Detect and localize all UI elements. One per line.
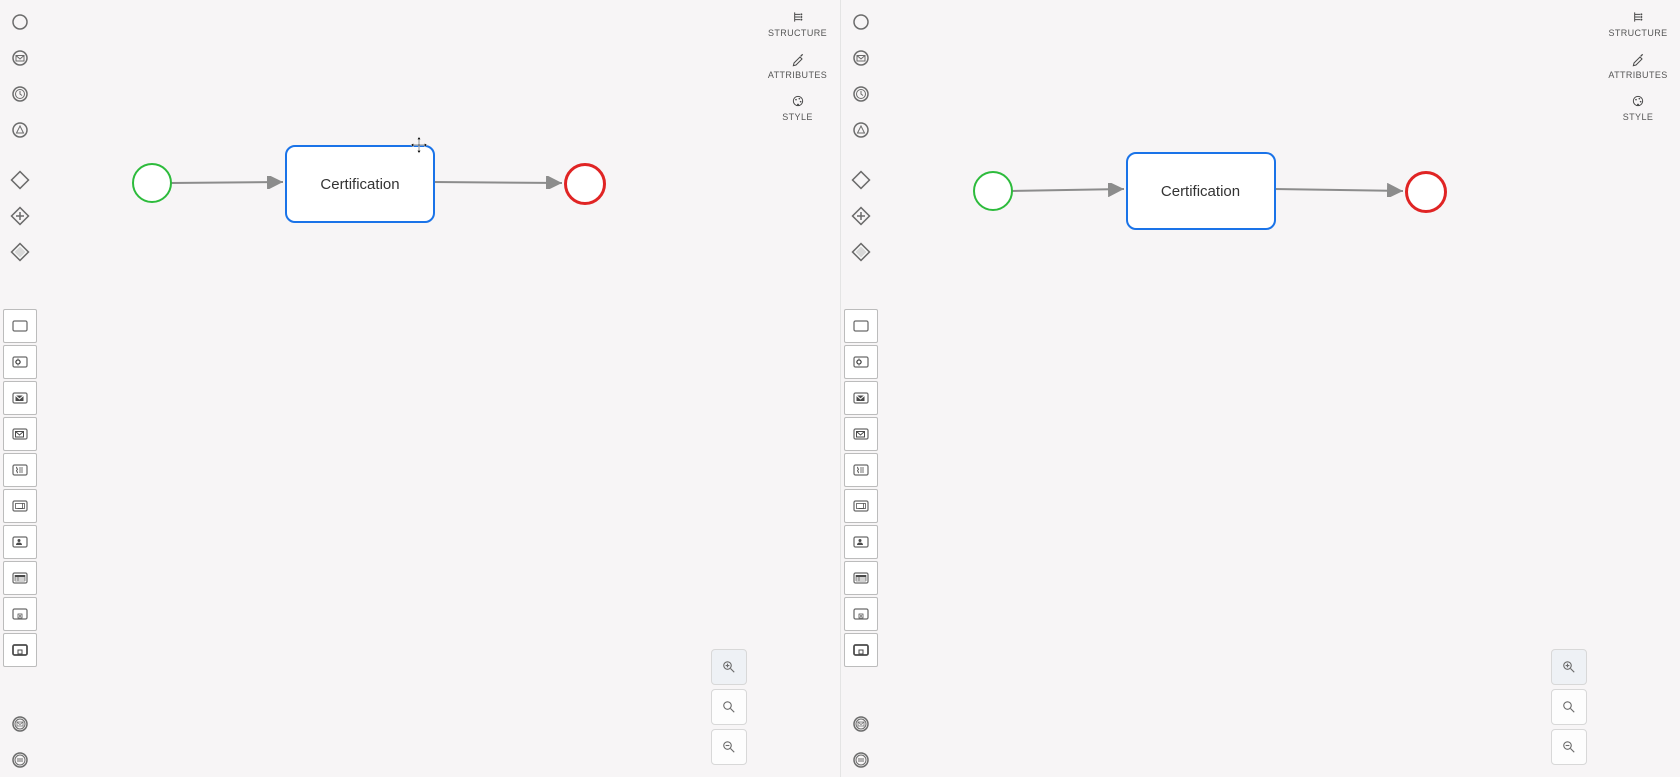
- palette-task-user-icon[interactable]: [844, 525, 878, 559]
- prop-tab-style[interactable]: STYLE: [1598, 88, 1678, 130]
- palette-gateway-parallel-icon[interactable]: [844, 199, 878, 233]
- prop-tab-attributes[interactable]: ATTRIBUTES: [758, 46, 838, 88]
- palette-task-receive-icon[interactable]: [844, 417, 878, 451]
- task-label: Certification: [1161, 183, 1240, 200]
- properties-panel: STRUCTURE ATTRIBUTES STYLE: [758, 4, 838, 130]
- palette-task-script-icon[interactable]: [844, 453, 878, 487]
- structure-icon: [1629, 8, 1647, 26]
- prop-tab-style[interactable]: STYLE: [758, 88, 838, 130]
- zoom-in-button[interactable]: [1551, 649, 1587, 685]
- structure-icon: [789, 8, 807, 26]
- palette-task-service-icon[interactable]: [3, 345, 37, 379]
- palette-task-none-icon[interactable]: [3, 309, 37, 343]
- palette-gateway-exclusive-icon[interactable]: [3, 163, 37, 197]
- zoom-out-button[interactable]: [711, 729, 747, 765]
- task-node[interactable]: Certification: [1126, 152, 1276, 230]
- task-label: Certification: [320, 176, 399, 193]
- palette-gateway-complex-icon[interactable]: [844, 235, 878, 269]
- palette-event-timer-icon[interactable]: [3, 77, 37, 111]
- start-event[interactable]: [973, 171, 1013, 211]
- zoom-in-button[interactable]: [711, 649, 747, 685]
- palette-subprocess-collapsed-icon[interactable]: [844, 597, 878, 631]
- palette-task-script-icon[interactable]: [3, 453, 37, 487]
- palette-gateway-complex-icon[interactable]: [3, 235, 37, 269]
- palette-event-none-icon[interactable]: [844, 5, 878, 39]
- prop-tab-label: STYLE: [1623, 112, 1654, 122]
- palette-event-timer-icon[interactable]: [844, 77, 878, 111]
- zoom-controls: [710, 647, 748, 767]
- zoom-reset-button[interactable]: [711, 689, 747, 725]
- palette-event-none-icon[interactable]: [3, 5, 37, 39]
- palette-end-terminate-icon[interactable]: [844, 743, 878, 777]
- prop-tab-structure[interactable]: STRUCTURE: [758, 4, 838, 46]
- prop-tab-attributes[interactable]: ATTRIBUTES: [1598, 46, 1678, 88]
- palette-task-send-icon[interactable]: [844, 381, 878, 415]
- palette-event-signal-icon[interactable]: [844, 113, 878, 147]
- style-icon: [1629, 92, 1647, 110]
- prop-tab-structure[interactable]: STRUCTURE: [1598, 4, 1678, 46]
- shape-palette: [2, 4, 38, 773]
- palette-task-reference-icon[interactable]: [844, 489, 878, 523]
- palette-task-user-icon[interactable]: [3, 525, 37, 559]
- palette-event-message-icon[interactable]: [3, 41, 37, 75]
- canvas[interactable]: Certification: [40, 0, 758, 777]
- prop-tab-label: STYLE: [782, 112, 813, 122]
- prop-tab-label: ATTRIBUTES: [1608, 70, 1667, 80]
- canvas[interactable]: Certification: [881, 0, 1599, 777]
- palette-task-none-icon[interactable]: [844, 309, 878, 343]
- palette-subprocess-expanded-icon[interactable]: [3, 633, 37, 667]
- properties-panel: STRUCTURE ATTRIBUTES STYLE: [1598, 4, 1678, 130]
- prop-tab-label: ATTRIBUTES: [768, 70, 827, 80]
- palette-task-business-rule-icon[interactable]: [844, 561, 878, 595]
- palette-event-signal-icon[interactable]: [3, 113, 37, 147]
- palette-end-message-icon[interactable]: [844, 707, 878, 741]
- start-event[interactable]: [132, 163, 172, 203]
- palette-subprocess-collapsed-icon[interactable]: [3, 597, 37, 631]
- palette-gateway-exclusive-icon[interactable]: [844, 163, 878, 197]
- task-node[interactable]: Certification: [285, 145, 435, 223]
- palette-subprocess-expanded-icon[interactable]: [844, 633, 878, 667]
- prop-tab-label: STRUCTURE: [768, 28, 827, 38]
- end-event[interactable]: [1405, 171, 1447, 213]
- editor-pane: STRUCTURE ATTRIBUTES STYLE Certification: [0, 0, 841, 777]
- attributes-icon: [1629, 50, 1647, 68]
- palette-task-receive-icon[interactable]: [3, 417, 37, 451]
- shape-palette: [843, 4, 879, 773]
- zoom-reset-button[interactable]: [1551, 689, 1587, 725]
- end-event[interactable]: [564, 163, 606, 205]
- prop-tab-label: STRUCTURE: [1608, 28, 1667, 38]
- palette-event-message-icon[interactable]: [844, 41, 878, 75]
- palette-gateway-parallel-icon[interactable]: [3, 199, 37, 233]
- palette-task-business-rule-icon[interactable]: [3, 561, 37, 595]
- palette-task-service-icon[interactable]: [844, 345, 878, 379]
- palette-end-message-icon[interactable]: [3, 707, 37, 741]
- palette-task-reference-icon[interactable]: [3, 489, 37, 523]
- zoom-controls: [1550, 647, 1588, 767]
- zoom-out-button[interactable]: [1551, 729, 1587, 765]
- palette-end-terminate-icon[interactable]: [3, 743, 37, 777]
- editor-pane: STRUCTURE ATTRIBUTES STYLE Certification: [841, 0, 1680, 777]
- attributes-icon: [789, 50, 807, 68]
- palette-task-send-icon[interactable]: [3, 381, 37, 415]
- style-icon: [789, 92, 807, 110]
